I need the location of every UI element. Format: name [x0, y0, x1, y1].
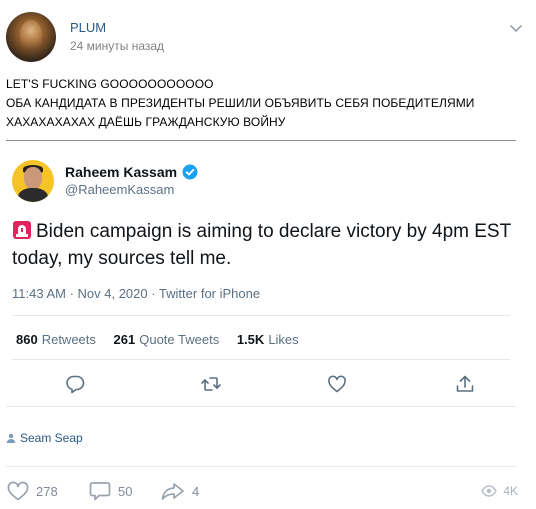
likes-stat: 1.5K Likes: [236, 332, 299, 347]
source-link[interactable]: Seam Seap: [6, 431, 83, 445]
author-avatar[interactable]: [6, 12, 56, 62]
source-label: Seam Seap: [20, 431, 83, 445]
tweet-actions: [6, 373, 516, 397]
tweet-author-name: Raheem Kassam: [65, 164, 178, 180]
chevron-down-icon[interactable]: [508, 22, 524, 36]
like-heart-icon: [328, 375, 346, 393]
heart-icon: [7, 481, 29, 501]
share-button[interactable]: 4: [160, 480, 199, 502]
likes-count: 278: [36, 483, 58, 499]
share-icon: [456, 375, 474, 392]
retweet-icon: [201, 377, 221, 391]
tweet-meta: 11:43 AM · Nov 4, 2020 · Twitter for iPh…: [12, 286, 261, 301]
tweet-author-handle: @RaheemKassam: [65, 182, 175, 197]
views-counter: 4K: [481, 480, 518, 502]
post-text-line: ХАХАХАХАХАХ ДАЁШЬ ГРАЖДАНСКУЮ ВОЙНУ: [6, 115, 286, 129]
siren-emoji-icon: [13, 221, 31, 239]
post-text-line: ОБА КАНДИДАТА В ПРЕЗИДЕНТЫ РЕШИЛИ ОБЪЯВИ…: [6, 96, 475, 110]
divider: [6, 466, 516, 467]
views-count: 4K: [503, 484, 518, 498]
user-icon: [6, 433, 16, 443]
verified-badge-icon: [182, 164, 198, 180]
comments-count: 50: [118, 483, 133, 499]
retweets-stat: 860 Retweets: [16, 332, 96, 347]
author-name[interactable]: PLUM: [70, 20, 106, 35]
comment-button[interactable]: 50: [88, 480, 132, 502]
post-text: LET'S FUCKING GOOOOOOOOOOO ОБА КАНДИДАТА…: [6, 75, 526, 132]
divider: [12, 359, 510, 360]
tweet-stats: 860 Retweets 261 Quote Tweets 1.5K Likes: [16, 332, 313, 347]
share-arrow-icon: [161, 483, 184, 500]
comment-icon: [89, 482, 111, 501]
like-button[interactable]: 278: [6, 480, 58, 502]
post-text-line: LET'S FUCKING GOOOOOOOOOOO: [6, 77, 214, 91]
tweet-card[interactable]: Raheem Kassam @RaheemKassam Biden campai…: [6, 140, 516, 406]
tweet-author-avatar: [12, 160, 54, 202]
tweet-text: Biden campaign is aiming to declare vict…: [12, 218, 512, 272]
quote-tweets-stat: 261 Quote Tweets: [113, 332, 220, 347]
divider: [12, 315, 510, 316]
post-header: PLUM 24 минуты назад: [6, 12, 530, 64]
post-footer: 278 50 4 4K: [6, 480, 518, 502]
shares-count: 4: [192, 483, 200, 499]
eye-icon: [481, 485, 498, 497]
tweet-card-bottom: [6, 406, 516, 416]
post-time[interactable]: 24 минуты назад: [70, 39, 164, 53]
reply-icon: [66, 375, 85, 394]
tweet-text-content: Biden campaign is aiming to declare vict…: [12, 221, 511, 269]
